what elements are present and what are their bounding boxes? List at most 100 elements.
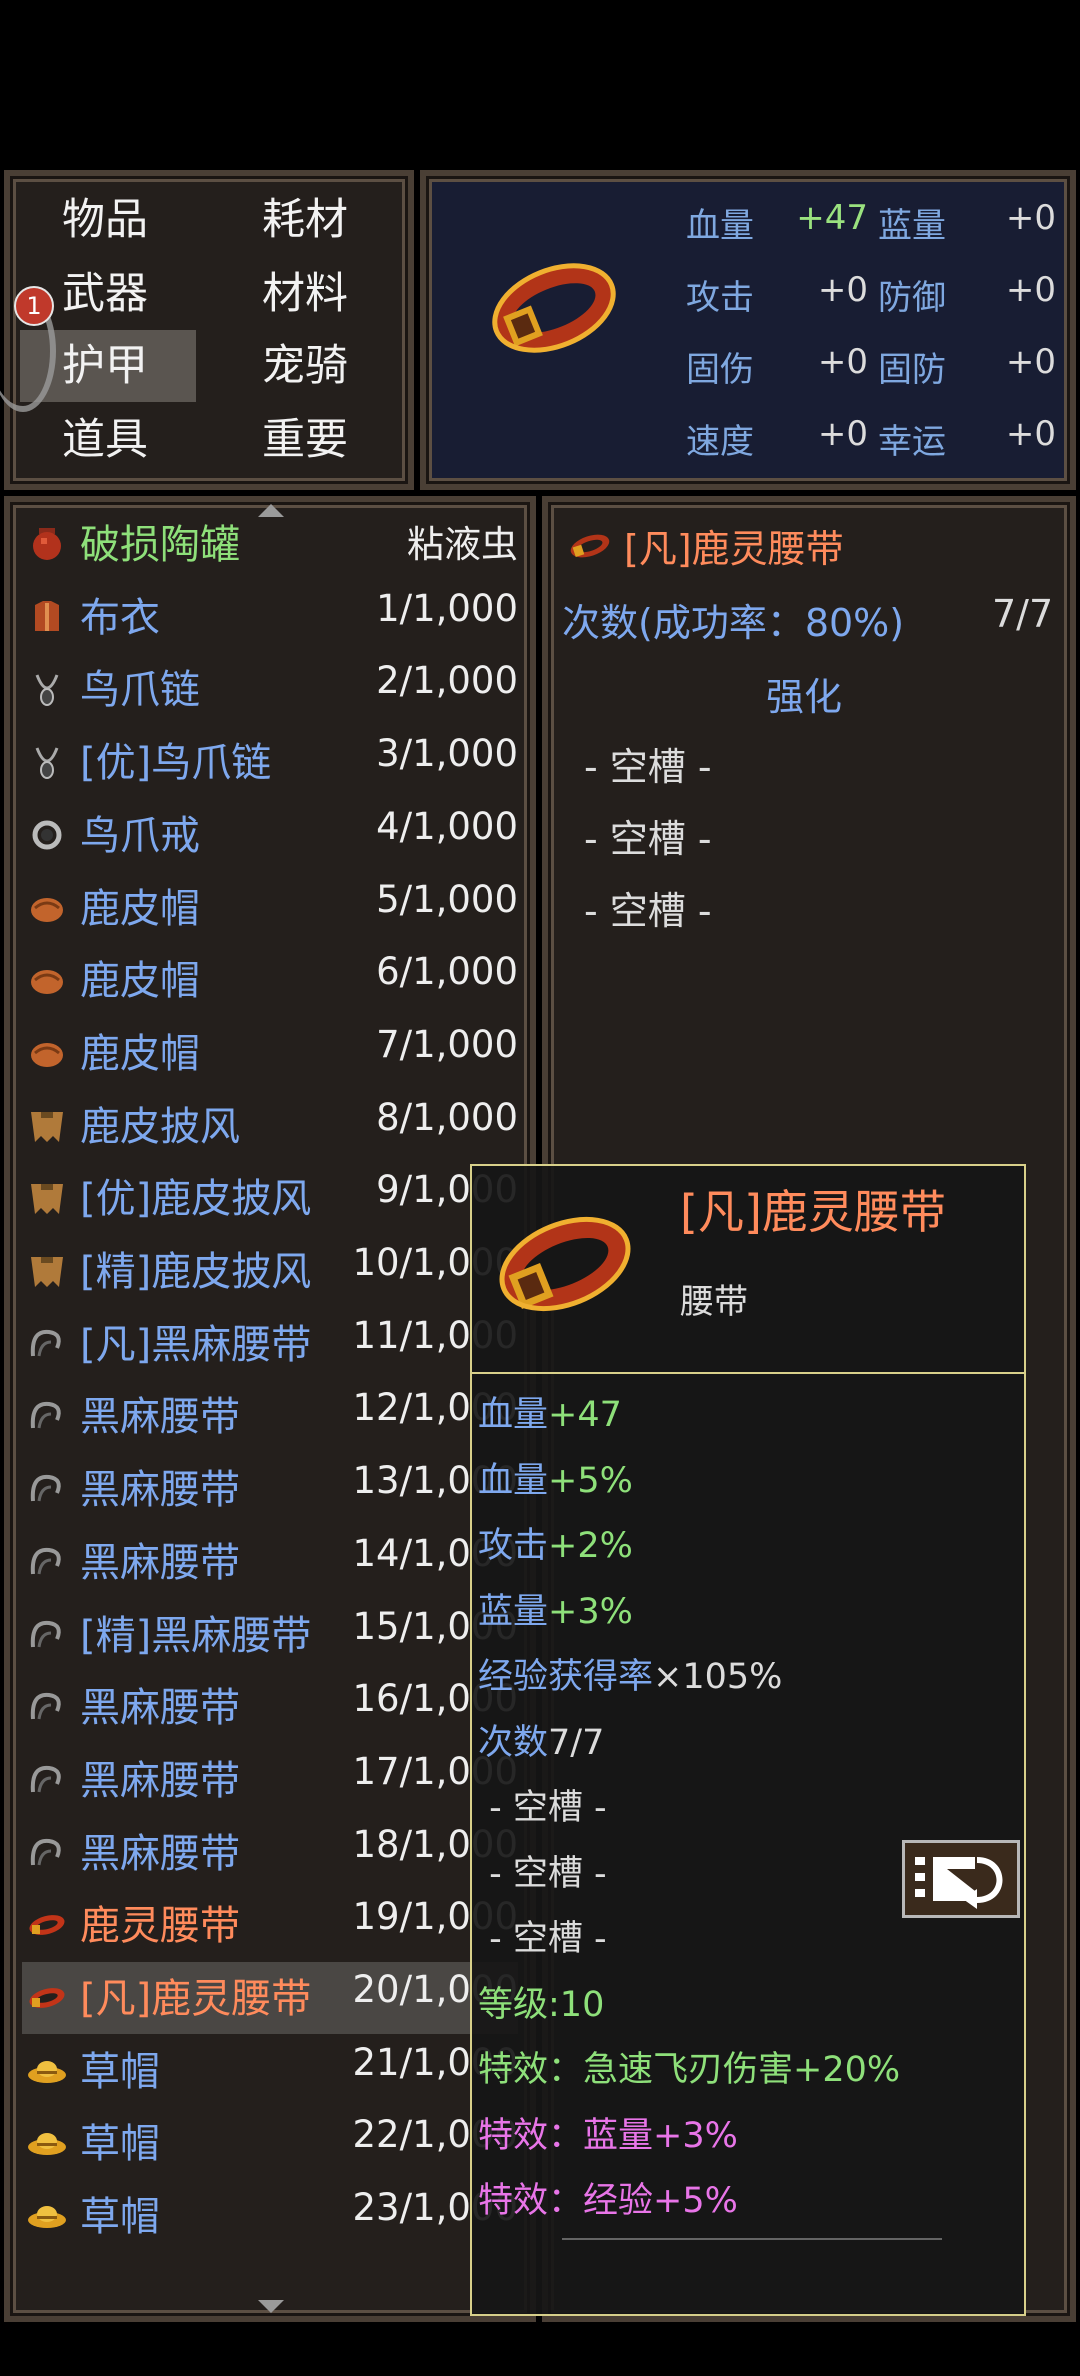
list-item[interactable]: 鹿皮帽 5/1,000 — [22, 872, 518, 944]
list-item[interactable]: [凡]鹿灵腰带 20/1,000 — [22, 1962, 518, 2034]
tooltip-divider — [472, 1372, 1024, 1374]
detail-uses-label: 次数(成功率：80%) — [562, 601, 905, 645]
socket-slot[interactable]: - 空槽 - — [584, 736, 712, 791]
red-belt-icon — [26, 1980, 68, 2016]
equipped-belt-icon — [492, 263, 616, 353]
item-name: 黑麻腰带 — [80, 1685, 240, 1732]
tooltip-line: 经验获得率×105% — [478, 1648, 782, 1699]
list-item[interactable]: [精]黑麻腰带 15/1,000 — [22, 1599, 518, 1671]
tooltip-line-label: - 空槽 - — [478, 1788, 607, 1828]
list-item[interactable]: [凡]黑麻腰带 11/1,000 — [22, 1308, 518, 1380]
item-name: 黑麻腰带 — [80, 1394, 240, 1441]
item-name: 黑麻腰带 — [80, 1830, 240, 1877]
tooltip-line-value: +5% — [548, 1460, 633, 1501]
item-name: [优]鹿皮披风 — [80, 1176, 312, 1223]
scroll-down-arrow[interactable] — [258, 2300, 284, 2313]
straw-hat-icon — [26, 2053, 68, 2089]
unequip-button[interactable] — [902, 1840, 1020, 1918]
item-name: 草帽 — [80, 2048, 160, 2095]
detail-belt-icon — [570, 534, 610, 558]
return-arrow-icon — [915, 1857, 1003, 1909]
tooltip-line-label: 血量 — [478, 1460, 549, 1501]
detail-title: [凡]鹿灵腰带 — [624, 527, 844, 571]
list-item[interactable]: 黑麻腰带 13/1,000 — [22, 1453, 518, 1525]
stat-value: +0 — [1005, 198, 1056, 238]
tooltip-line: 特效：蓝量+3% — [478, 2107, 738, 2158]
stat-value: +0 — [1005, 270, 1056, 310]
rope-belt-icon — [26, 1617, 68, 1653]
category-armor-label: 护甲 — [62, 341, 148, 391]
claw-necklace-icon — [26, 671, 68, 707]
leather-hat-icon — [26, 962, 68, 998]
category-items[interactable]: 物品 — [62, 190, 148, 250]
tooltip-line: - 空槽 - — [478, 1845, 607, 1896]
tooltip-line: 等级:10 — [478, 1976, 604, 2027]
item-name: [优]鸟爪链 — [80, 740, 272, 787]
list-item[interactable]: 黑麻腰带 12/1,000 — [22, 1380, 518, 1452]
tooltip-line-label: - 空槽 - — [478, 1853, 607, 1894]
tooltip-line-value: +47 — [548, 1395, 622, 1435]
list-item[interactable]: 草帽 23/1,000 — [22, 2180, 518, 2252]
tooltip-line: 蓝量+3% — [478, 1583, 633, 1634]
list-item[interactable]: 黑麻腰带 17/1,000 — [22, 1744, 518, 1816]
item-name: 破损陶罐 — [80, 522, 240, 568]
list-item[interactable]: [优]鹿皮披风 9/1,000 — [22, 1162, 518, 1234]
list-item[interactable]: 鹿皮帽 7/1,000 — [22, 1017, 518, 1089]
tooltip-line-value: 经验+5% — [583, 2181, 738, 2221]
socket-slot[interactable]: - 空槽 - — [584, 808, 712, 863]
list-item[interactable]: 鸟爪链 2/1,000 — [22, 653, 518, 725]
cloak-icon — [26, 1108, 68, 1144]
tooltip-line-value: ×105% — [653, 1657, 783, 1697]
tooltip-line: 攻击+2% — [478, 1517, 633, 1568]
list-item[interactable]: 布衣 1/1,000 — [22, 581, 518, 653]
list-item[interactable]: 鹿皮披风 8/1,000 — [22, 1090, 518, 1162]
rope-belt-icon — [26, 1762, 68, 1798]
list-item[interactable]: 黑麻腰带 18/1,000 — [22, 1817, 518, 1889]
stat-label: 速度 — [686, 422, 754, 462]
list-item[interactable]: 黑麻腰带 14/1,000 — [22, 1526, 518, 1598]
tooltip-belt-icon — [499, 1216, 631, 1312]
category-tools[interactable]: 道具 — [62, 410, 148, 470]
category-pets[interactable]: 宠骑 — [262, 336, 348, 396]
socket-slot[interactable]: - 空槽 - — [584, 880, 712, 935]
item-name: 黑麻腰带 — [80, 1467, 240, 1514]
rope-belt-icon — [26, 1835, 68, 1871]
list-item[interactable]: [优]鸟爪链 3/1,000 — [22, 726, 518, 798]
ring-icon — [26, 817, 68, 853]
category-weapons[interactable]: 武器 — [62, 264, 148, 324]
list-item[interactable]: 鹿皮帽 6/1,000 — [22, 944, 518, 1016]
tooltip-line-value: +3% — [548, 1591, 633, 1632]
list-item[interactable]: [精]鹿皮披风 10/1,000 — [22, 1235, 518, 1307]
list-item[interactable]: 草帽 22/1,000 — [22, 2107, 518, 2179]
notification-badge: 1 — [14, 286, 54, 326]
item-count: 粘液虫 — [407, 523, 518, 566]
category-materials[interactable]: 材料 — [262, 264, 348, 324]
tooltip-line-value: 蓝量+3% — [583, 2115, 738, 2156]
list-item[interactable]: 鹿灵腰带 19/1,000 — [22, 1889, 518, 1961]
category-important[interactable]: 重要 — [262, 410, 348, 470]
cloth-armor-icon — [26, 599, 68, 635]
tooltip-line: 次数7/7 — [478, 1714, 604, 1765]
list-item[interactable]: 黑麻腰带 16/1,000 — [22, 1671, 518, 1743]
tooltip-line-label: 血量 — [478, 1395, 549, 1435]
item-count: 5/1,000 — [376, 877, 518, 921]
stat-label: 血量 — [686, 206, 754, 246]
item-name: 鹿灵腰带 — [80, 1903, 240, 1950]
enhance-button[interactable]: 强化 — [766, 666, 842, 721]
leather-hat-icon — [26, 890, 68, 926]
item-count: 7/1,000 — [376, 1022, 518, 1066]
item-count: 3/1,000 — [376, 732, 518, 776]
category-consumables[interactable]: 耗材 — [262, 190, 348, 250]
stat-value: +0 — [817, 414, 868, 454]
list-item[interactable]: 破损陶罐 粘液虫 — [22, 508, 518, 580]
stat-label: 蓝量 — [878, 206, 946, 246]
stat-value: +0 — [1005, 414, 1056, 454]
list-item[interactable]: 鸟爪戒 4/1,000 — [22, 799, 518, 871]
tooltip-line-label: 次数 — [478, 1722, 549, 1763]
list-item[interactable]: 草帽 21/1,000 — [22, 2035, 518, 2107]
item-name: [凡]鹿灵腰带 — [80, 1976, 312, 2022]
stat-label: 攻击 — [686, 278, 754, 318]
item-count: 6/1,000 — [376, 950, 518, 994]
tooltip-line: 血量+47 — [478, 1386, 622, 1437]
tooltip-line: 血量+5% — [478, 1452, 633, 1503]
